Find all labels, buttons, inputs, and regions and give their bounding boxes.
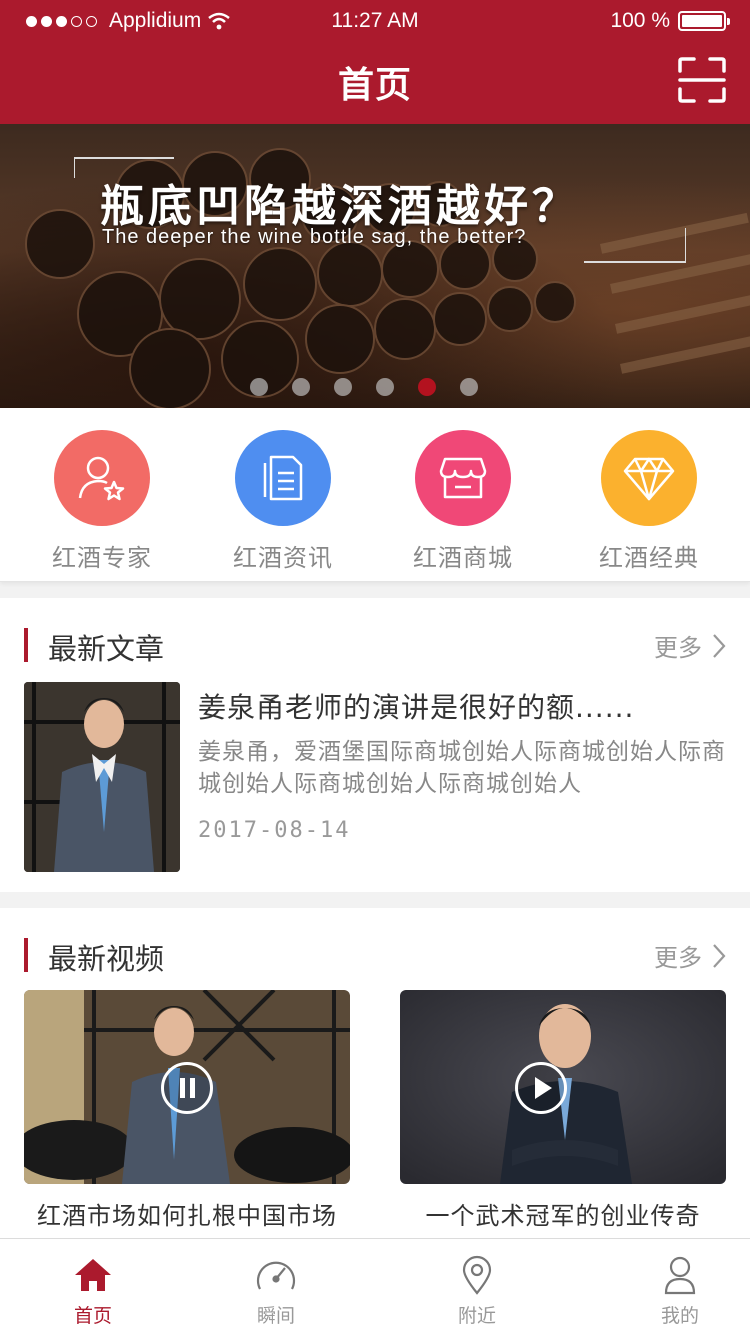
document-icon: [235, 430, 331, 526]
app-screen: Applidium 11:27 AM 100 % 首页 瓶底凹陷越深酒越好？ T…: [0, 0, 750, 1334]
pager-dot[interactable]: [376, 378, 394, 396]
location-pin-icon: [417, 1253, 537, 1297]
play-icon[interactable]: [515, 1062, 567, 1114]
pager-dot[interactable]: [460, 378, 478, 396]
more-label: 更多: [654, 634, 702, 662]
scan-icon[interactable]: [678, 57, 726, 103]
videos-more-link[interactable]: 更多: [654, 938, 726, 973]
pause-icon[interactable]: [161, 1062, 213, 1114]
video-card[interactable]: 红酒市场如何扎根中国市场: [24, 990, 350, 1231]
status-bar: Applidium 11:27 AM 100 %: [0, 0, 750, 44]
gauge-icon: [216, 1253, 336, 1297]
pager-dot[interactable]: [292, 378, 310, 396]
page-title: 首页: [337, 65, 412, 106]
tab-label: 我的: [660, 1305, 699, 1327]
banner-title-cn: 瓶底凹陷越深酒越好？: [100, 181, 580, 232]
section-articles: 最新文章 更多 姜泉甬老师的演讲是很好的额...... 姜泉甬，爱酒堡国际商城创…: [0, 598, 750, 892]
video-thumbnail[interactable]: [400, 990, 726, 1184]
category-label: 红酒专家: [52, 544, 152, 572]
header: Applidium 11:27 AM 100 % 首页: [0, 0, 750, 124]
more-label: 更多: [654, 944, 702, 972]
battery-percent: 100 %: [610, 9, 670, 32]
banner-pager[interactable]: [250, 378, 478, 396]
category-grid: 红酒专家 红酒资讯 红酒商城 红酒经典: [0, 408, 750, 582]
section-videos: 最新视频 更多 红酒市场如何扎根中国市场 一个武术冠军的创业传奇: [0, 908, 750, 1238]
article-thumbnail[interactable]: [24, 682, 180, 872]
section-title: 最新视频: [48, 942, 165, 976]
section-accent-bar: [24, 628, 28, 662]
article-description: 姜泉甬，爱酒堡国际商城创始人际商城创始人际商城创始人际商城创始人际商城创始人: [198, 739, 726, 797]
tab-bar: 首页 瞬间 附近 我的: [0, 1238, 750, 1334]
section-accent-bar: [24, 938, 28, 972]
video-card[interactable]: 一个武术冠军的创业传奇: [400, 990, 726, 1231]
category-news[interactable]: 红酒资讯: [203, 430, 363, 573]
pager-dot[interactable]: [334, 378, 352, 396]
tab-nearby[interactable]: 附近: [417, 1253, 537, 1328]
tab-mine[interactable]: 我的: [620, 1253, 740, 1328]
section-title: 最新文章: [48, 632, 165, 666]
tab-home[interactable]: 首页: [33, 1253, 153, 1328]
tab-label: 附近: [457, 1305, 496, 1327]
category-expert[interactable]: 红酒专家: [22, 430, 182, 573]
articles-more-link[interactable]: 更多: [654, 628, 726, 663]
article-date: 2017-08-14: [198, 818, 351, 843]
chevron-right-icon: [713, 943, 726, 968]
tab-label: 首页: [73, 1305, 112, 1327]
tab-label: 瞬间: [256, 1305, 295, 1327]
category-label: 红酒资讯: [233, 544, 333, 572]
category-shop[interactable]: 红酒商城: [383, 430, 543, 573]
video-caption[interactable]: 红酒市场如何扎根中国市场: [24, 1196, 350, 1231]
banner-title-en: The deeper the wine bottle sag, the bett…: [102, 226, 527, 248]
article-title[interactable]: 姜泉甬老师的演讲是很好的额......: [198, 686, 634, 726]
pager-dot[interactable]: [250, 378, 268, 396]
diamond-icon: [601, 430, 697, 526]
pager-dot-active[interactable]: [418, 378, 436, 396]
battery-icon: [678, 11, 730, 31]
video-caption[interactable]: 一个武术冠军的创业传奇: [400, 1196, 726, 1231]
category-label: 红酒商城: [413, 544, 513, 572]
shop-icon: [415, 430, 511, 526]
chevron-right-icon: [713, 633, 726, 658]
banner-carousel[interactable]: 瓶底凹陷越深酒越好？ The deeper the wine bottle sa…: [0, 124, 750, 408]
user-icon: [620, 1253, 740, 1297]
category-label: 红酒经典: [599, 544, 699, 572]
tab-moments[interactable]: 瞬间: [216, 1253, 336, 1328]
status-right: 100 %: [610, 9, 730, 33]
home-icon: [33, 1253, 153, 1297]
video-thumbnail[interactable]: [24, 990, 350, 1184]
user-star-icon: [54, 430, 150, 526]
category-classic[interactable]: 红酒经典: [569, 430, 729, 573]
